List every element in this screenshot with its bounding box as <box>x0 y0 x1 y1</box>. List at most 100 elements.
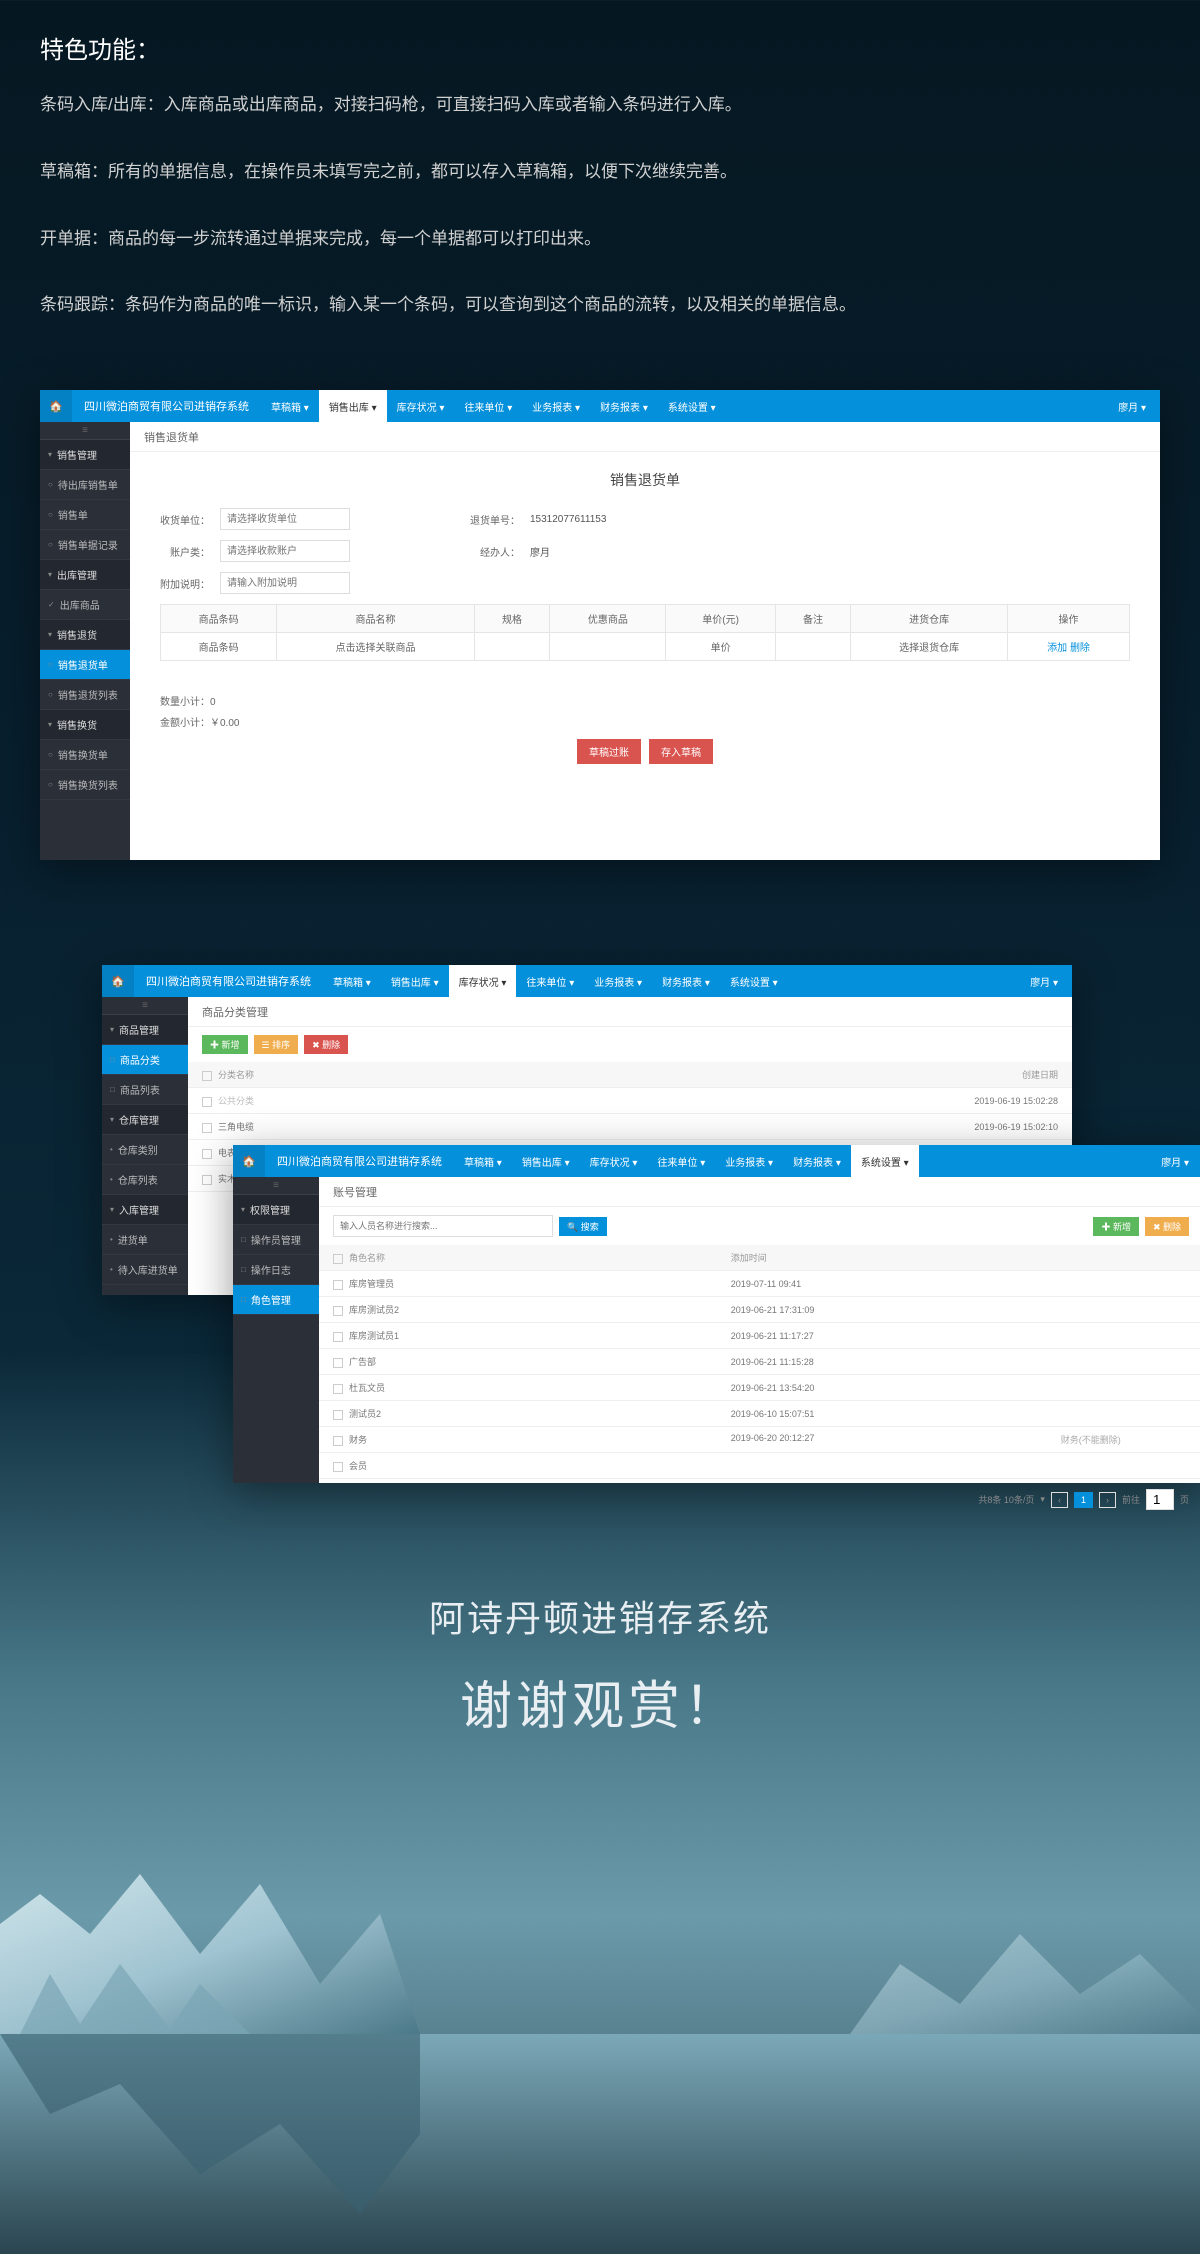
table-row[interactable]: 库房测试员22019-06-21 17:31:09 <box>319 1297 1200 1323</box>
nav-item[interactable]: 业务报表 ▾ <box>715 1145 783 1177</box>
reason-input[interactable] <box>220 572 350 594</box>
sidebar-item[interactable]: •进货单据记录 <box>102 1285 188 1295</box>
checkbox[interactable] <box>333 1410 343 1420</box>
user-menu[interactable]: 廖月 ▾ <box>1147 1154 1200 1169</box>
user-menu[interactable]: 廖月 ▾ <box>1016 974 1072 989</box>
sidebar-item[interactable]: ○销售单 <box>40 500 130 530</box>
cell[interactable]: 单价 <box>666 633 775 661</box>
prev-page[interactable]: ‹ <box>1051 1492 1068 1508</box>
nav-item[interactable]: 业务报表 ▾ <box>584 965 652 997</box>
nav-item[interactable]: 销售出库 ▾ <box>512 1145 580 1177</box>
sort-button[interactable]: ☰ 排序 <box>254 1035 299 1054</box>
save-button[interactable]: 草稿过账 <box>577 739 641 764</box>
sidebar-item[interactable]: ▾销售换货 <box>40 710 130 740</box>
nav-item[interactable]: 往来单位 ▾ <box>647 1145 715 1177</box>
sidebar-item[interactable]: ▾仓库管理 <box>102 1105 188 1135</box>
sidebar-item[interactable]: ▾销售退货 <box>40 620 130 650</box>
checkbox[interactable] <box>333 1462 343 1472</box>
home-icon[interactable]: 🏠 <box>40 390 72 422</box>
table-row[interactable]: 财务2019-06-20 20:12:27财务(不能删除) <box>319 1427 1200 1453</box>
checkbox[interactable] <box>333 1332 343 1342</box>
sidebar-item[interactable]: ▾商品管理 <box>102 1015 188 1045</box>
sidebar-item[interactable]: ▾入库管理 <box>102 1195 188 1225</box>
goto-input[interactable] <box>1146 1489 1174 1510</box>
acct-input[interactable] <box>220 540 350 562</box>
checkbox[interactable] <box>333 1436 343 1446</box>
checkbox[interactable] <box>202 1123 212 1133</box>
nav-item[interactable]: 库存状况 ▾ <box>580 1145 648 1177</box>
cell[interactable] <box>474 633 549 661</box>
checkbox[interactable] <box>202 1097 212 1107</box>
sidebar-item[interactable]: ○销售退货列表 <box>40 680 130 710</box>
table-row[interactable]: 公共分类2019-06-19 15:02:28 <box>188 1088 1072 1114</box>
delete-button[interactable]: ✖ 删除 <box>304 1035 348 1054</box>
cell[interactable]: 商品条码 <box>161 633 277 661</box>
sidebar-toggle-icon[interactable]: ≡ <box>40 422 130 440</box>
table-row[interactable]: 三角电缆2019-06-19 15:02:10 <box>188 1114 1072 1140</box>
page-size-icon[interactable]: ▾ <box>1040 1494 1045 1505</box>
nav-item[interactable]: 财务报表 ▾ <box>783 1145 851 1177</box>
sidebar-item[interactable]: •仓库列表 <box>102 1165 188 1195</box>
unit-input[interactable] <box>220 508 350 530</box>
checkbox[interactable] <box>333 1358 343 1368</box>
nav-item[interactable]: 往来单位 ▾ <box>454 390 522 422</box>
sidebar-item[interactable]: ▾出库管理 <box>40 560 130 590</box>
cell[interactable] <box>550 633 666 661</box>
table-row[interactable]: 杜瓦文员2019-06-21 13:54:20 <box>319 1375 1200 1401</box>
delete-button[interactable]: ✖ 删除 <box>1145 1217 1189 1236</box>
sidebar-item[interactable]: ✓出库商品 <box>40 590 130 620</box>
home-icon[interactable]: 🏠 <box>102 965 134 997</box>
nav-item[interactable]: 草稿箱 ▾ <box>454 1145 512 1177</box>
cell[interactable] <box>775 633 850 661</box>
page-1[interactable]: 1 <box>1074 1492 1093 1508</box>
next-page[interactable]: › <box>1099 1492 1116 1508</box>
nav-item[interactable]: 财务报表 ▾ <box>652 965 720 997</box>
checkbox[interactable] <box>333 1384 343 1394</box>
sidebar-item[interactable]: ▾权限管理 <box>233 1195 319 1225</box>
table-row[interactable]: 测试员22019-06-10 15:07:51 <box>319 1401 1200 1427</box>
sidebar-item[interactable]: ○销售换货单 <box>40 740 130 770</box>
checkbox[interactable] <box>333 1280 343 1290</box>
sidebar-item[interactable]: ○销售退货单 <box>40 650 130 680</box>
table-row[interactable]: 库房管理员2019-07-11 09:41 <box>319 1271 1200 1297</box>
sidebar-item[interactable]: □角色管理 <box>233 1285 319 1315</box>
nav-item[interactable]: 库存状况 ▾ <box>449 965 517 997</box>
nav-item[interactable]: 库存状况 ▾ <box>387 390 455 422</box>
sidebar-item[interactable]: ○销售单据记录 <box>40 530 130 560</box>
search-button[interactable]: 🔍 搜索 <box>559 1217 607 1236</box>
nav-item[interactable]: 往来单位 ▾ <box>516 965 584 997</box>
nav-item[interactable]: 草稿箱 ▾ <box>261 390 319 422</box>
table-row[interactable]: 会员 <box>319 1453 1200 1479</box>
cell[interactable]: 点击选择关联商品 <box>277 633 475 661</box>
sidebar-item[interactable]: □商品列表 <box>102 1075 188 1105</box>
home-icon[interactable]: 🏠 <box>233 1145 265 1177</box>
sidebar-item[interactable]: □操作员管理 <box>233 1225 319 1255</box>
sidebar-toggle-icon[interactable]: ≡ <box>102 997 188 1015</box>
sidebar-item[interactable]: •仓库类别 <box>102 1135 188 1165</box>
add-button[interactable]: ✚ 新增 <box>202 1035 248 1054</box>
nav-item[interactable]: 草稿箱 ▾ <box>323 965 381 997</box>
sidebar-item[interactable]: □操作日志 <box>233 1255 319 1285</box>
search-input[interactable] <box>333 1215 553 1237</box>
cell[interactable]: 选择退货仓库 <box>851 633 1008 661</box>
add-button[interactable]: ✚ 新增 <box>1093 1217 1139 1236</box>
sidebar-toggle-icon[interactable]: ≡ <box>233 1177 319 1195</box>
sidebar-item[interactable]: ○待出库销售单 <box>40 470 130 500</box>
sidebar-item[interactable]: □商品分类 <box>102 1045 188 1075</box>
checkbox[interactable] <box>202 1149 212 1159</box>
sidebar-item[interactable]: ▾销售管理 <box>40 440 130 470</box>
checkbox[interactable] <box>333 1306 343 1316</box>
sidebar-item[interactable]: •待入库进货单 <box>102 1255 188 1285</box>
nav-item[interactable]: 销售出库 ▾ <box>381 965 449 997</box>
table-row[interactable]: 广告部2019-06-21 11:15:28 <box>319 1349 1200 1375</box>
draft-button[interactable]: 存入草稿 <box>649 739 713 764</box>
nav-item[interactable]: 财务报表 ▾ <box>590 390 658 422</box>
user-menu[interactable]: 廖月 ▾ <box>1104 399 1160 414</box>
nav-item[interactable]: 系统设置 ▾ <box>720 965 788 997</box>
sidebar-item[interactable]: ○销售换货列表 <box>40 770 130 800</box>
nav-item[interactable]: 业务报表 ▾ <box>522 390 590 422</box>
nav-item[interactable]: 系统设置 ▾ <box>658 390 726 422</box>
sidebar-item[interactable]: •进货单 <box>102 1225 188 1255</box>
table-row[interactable]: 库房测试员12019-06-21 11:17:27 <box>319 1323 1200 1349</box>
checkbox[interactable] <box>202 1175 212 1185</box>
